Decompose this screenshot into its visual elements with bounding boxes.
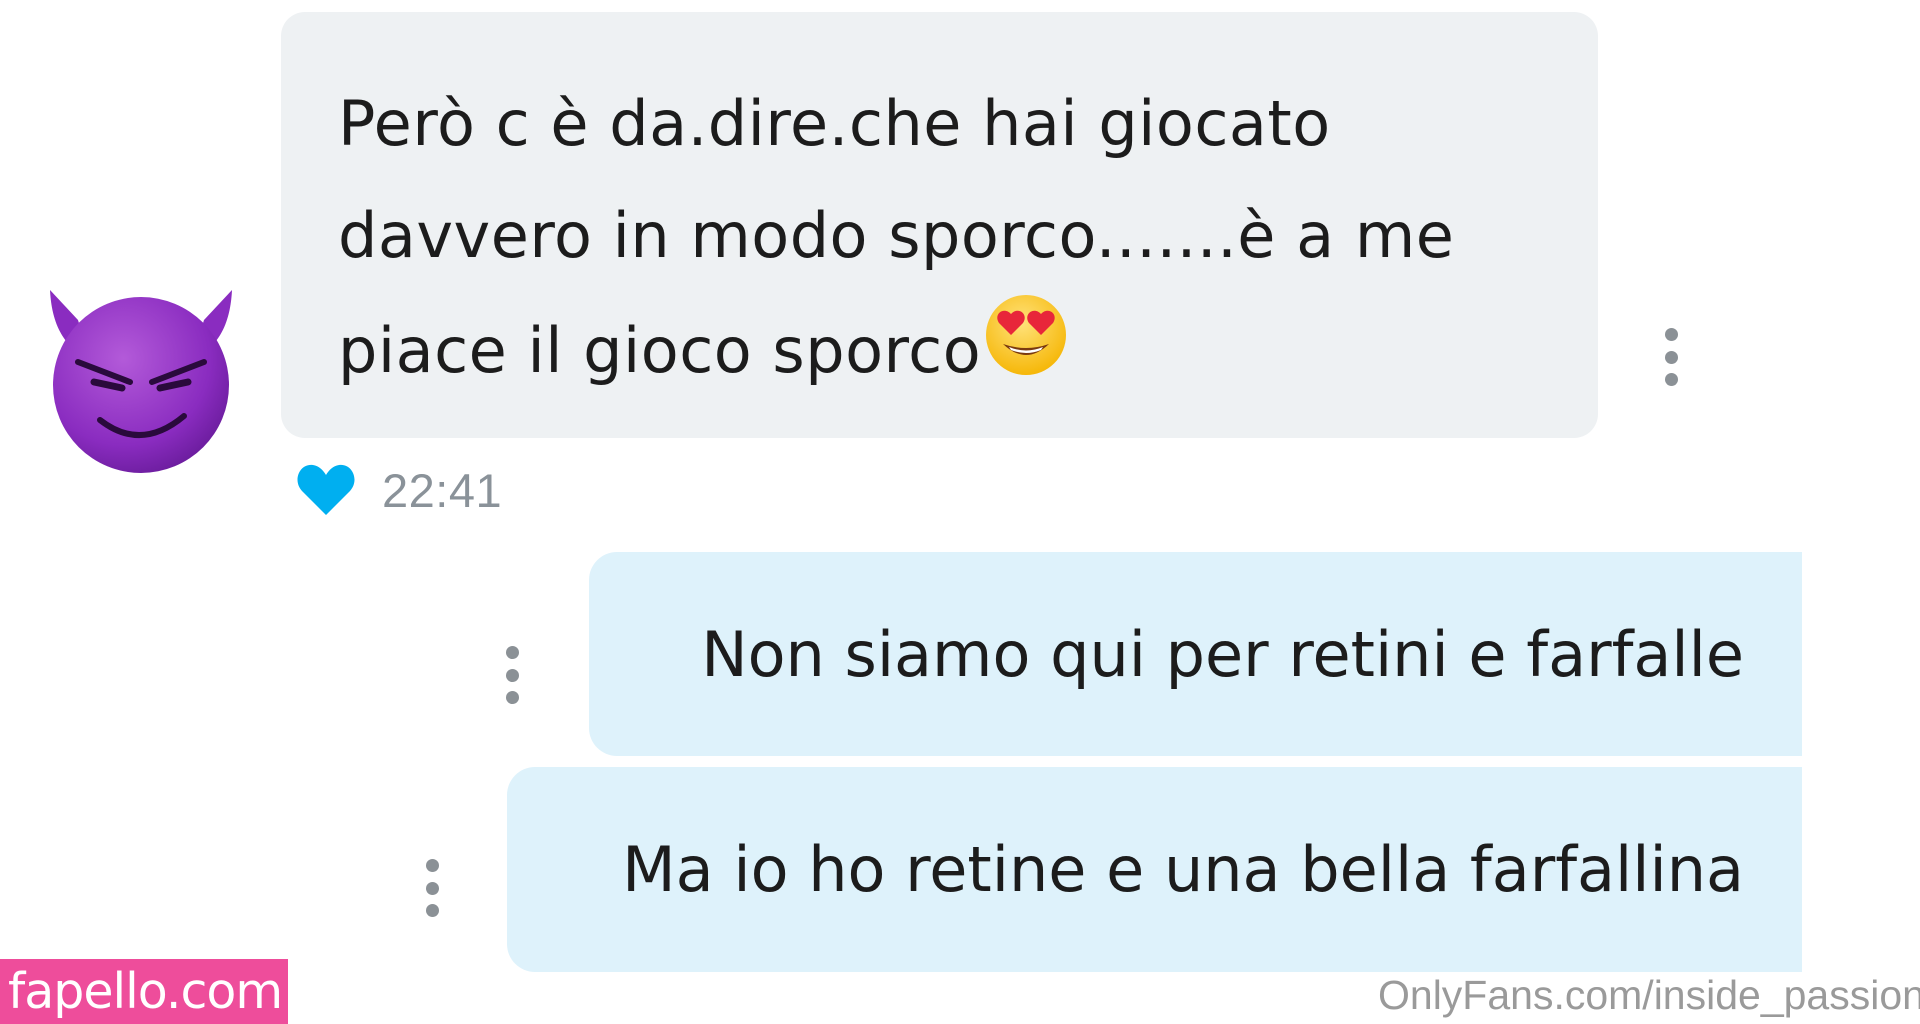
message-options-icon[interactable] bbox=[1663, 328, 1679, 386]
message-timestamp: 22:41 bbox=[382, 463, 503, 517]
watermark-right: OnlyFans.com/inside_passion bbox=[1378, 972, 1920, 1018]
chat-screen: Però c è da.dire.che hai giocato davvero… bbox=[0, 0, 1920, 1024]
message-options-icon[interactable] bbox=[424, 859, 440, 917]
incoming-message-line: davvero in modo sporco.......è a me bbox=[338, 199, 1455, 272]
outgoing-message-text: Ma io ho retine e una bella farfallina bbox=[622, 833, 1744, 906]
liked-heart-icon[interactable] bbox=[296, 463, 356, 517]
watermark-left: fapello.com bbox=[0, 959, 288, 1024]
incoming-message-line: piace il gioco sporco bbox=[338, 292, 1538, 413]
outgoing-message-text: Non siamo qui per retini e farfalle bbox=[701, 617, 1744, 691]
devil-avatar-icon[interactable] bbox=[38, 270, 244, 476]
incoming-message-bubble[interactable]: Però c è da.dire.che hai giocato davvero… bbox=[281, 12, 1598, 438]
message-options-icon[interactable] bbox=[504, 646, 520, 704]
outgoing-message-bubble[interactable]: Ma io ho retine e una bella farfallina bbox=[507, 767, 1802, 972]
incoming-message-line: Però c è da.dire.che hai giocato bbox=[338, 87, 1331, 160]
incoming-message-line-text: piace il gioco sporco bbox=[338, 314, 982, 387]
heart-eyes-emoji-icon bbox=[983, 292, 1069, 413]
outgoing-message-bubble[interactable]: Non siamo qui per retini e farfalle bbox=[589, 552, 1802, 756]
message-meta: 22:41 bbox=[296, 460, 502, 520]
